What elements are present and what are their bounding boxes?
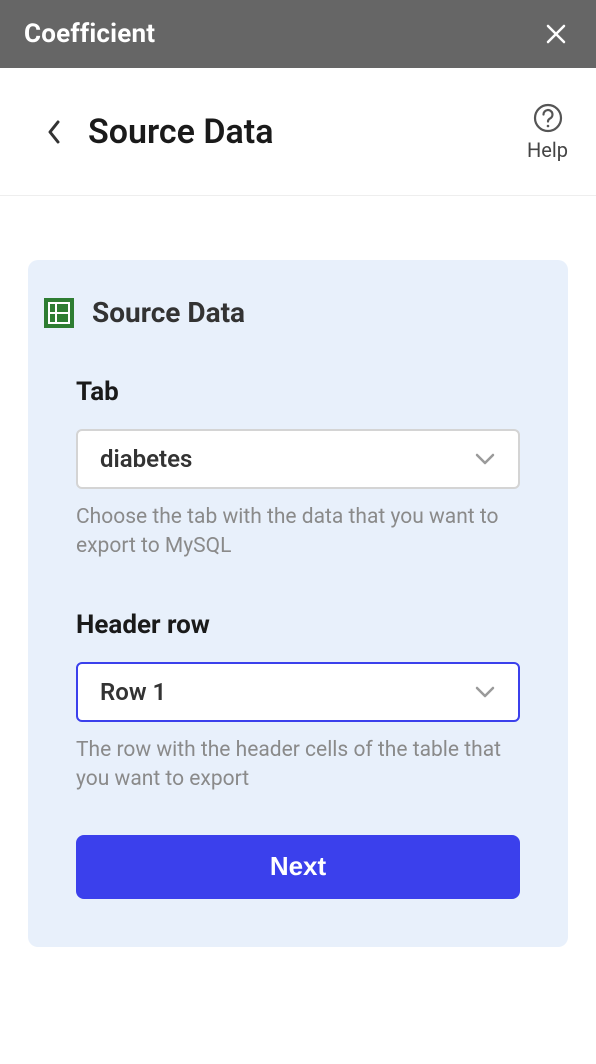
header-row-select[interactable]: Row 1: [76, 662, 520, 722]
tab-field-group: Tab diabetes Choose the tab with the dat…: [76, 377, 520, 562]
card-header: Source Data: [44, 296, 520, 329]
back-button[interactable]: [36, 114, 72, 150]
help-button[interactable]: Help: [527, 102, 568, 162]
tab-select[interactable]: diabetes: [76, 429, 520, 489]
header-row-help-text: The row with the header cells of the tab…: [76, 736, 520, 795]
close-icon: [544, 22, 568, 46]
help-icon: [532, 102, 564, 134]
app-title: Coefficient: [24, 19, 155, 49]
chevron-down-icon: [474, 452, 496, 466]
page-title: Source Data: [88, 112, 527, 152]
sheets-icon: [44, 298, 74, 328]
chevron-down-icon: [474, 685, 496, 699]
help-label: Help: [527, 138, 568, 162]
tab-select-value: diabetes: [100, 445, 192, 473]
source-data-card: Source Data Tab diabetes Choose the tab …: [28, 260, 568, 947]
tab-label: Tab: [76, 377, 520, 407]
titlebar: Coefficient: [0, 0, 596, 68]
header-row-field-group: Header row Row 1 The row with the header…: [76, 610, 520, 795]
next-button[interactable]: Next: [76, 835, 520, 899]
chevron-left-icon: [45, 118, 63, 146]
tab-help-text: Choose the tab with the data that you wa…: [76, 503, 520, 562]
header-row-label: Header row: [76, 610, 520, 640]
close-button[interactable]: [540, 18, 572, 50]
page-body: Source Data Tab diabetes Choose the tab …: [0, 196, 596, 947]
page-header: Source Data Help: [0, 68, 596, 196]
header-row-select-value: Row 1: [100, 678, 166, 706]
next-button-label: Next: [270, 851, 326, 882]
card-title: Source Data: [92, 296, 245, 329]
